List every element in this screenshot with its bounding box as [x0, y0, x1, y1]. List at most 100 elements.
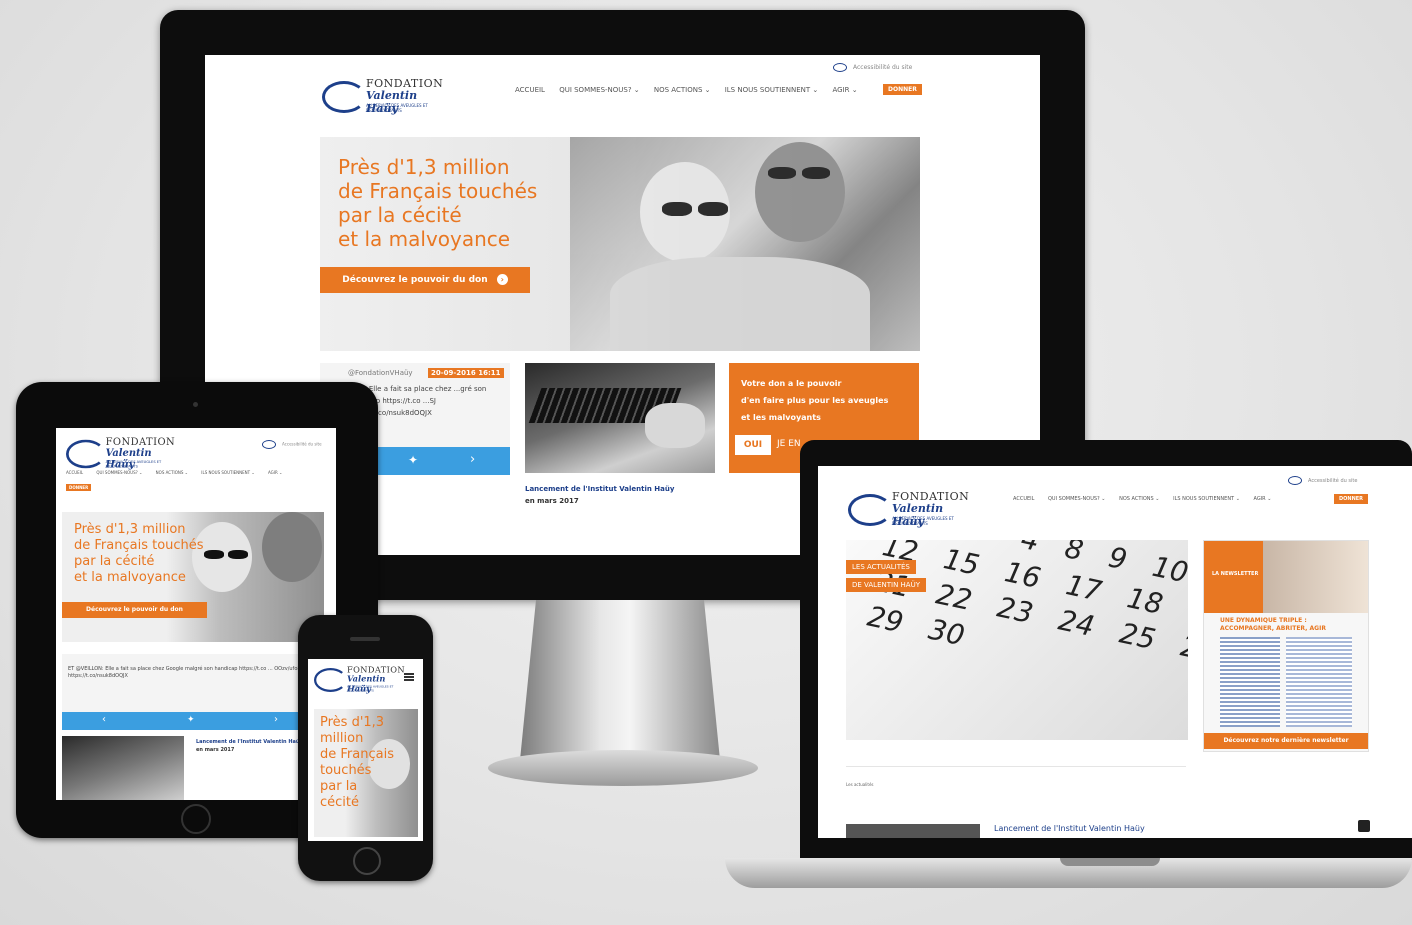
- divider: [846, 766, 1186, 767]
- news-list-link[interactable]: Les actualités: [846, 782, 874, 787]
- nav-item-nos-actions[interactable]: NOS ACTIONS ⌄: [1119, 496, 1159, 502]
- nav-item-qui-sommes-nous[interactable]: QUI SOMMES-NOUS? ⌄: [1048, 496, 1105, 502]
- newsletter-card[interactable]: LA NEWSLETTER UNE DYNAMIQUE TRIPLE : ACC…: [1203, 540, 1369, 752]
- hero-line-3: par la cécité: [74, 554, 155, 569]
- nav-item-qui-sommes-nous[interactable]: QUI SOMMES-NOUS? ⌄: [96, 470, 142, 475]
- tweet-handle[interactable]: @FondationVHaüy: [348, 369, 413, 377]
- logo-ring-icon: [66, 439, 106, 469]
- tablet-donate-button[interactable]: DONNER: [66, 484, 92, 491]
- news-title: Lancement de l'Institut Valentin Haüy: [196, 739, 303, 745]
- tablet-tweet-nav: ‹ ✦ ›: [62, 712, 324, 730]
- hero-line-5: par la: [320, 779, 358, 794]
- calendar-news-image[interactable]: 1 2 3 4 8 9 10 11 12 15 16 17 18 19 21 2…: [846, 540, 1188, 740]
- laptop-news-headline[interactable]: Lancement de l'Institut Valentin Haüy: [994, 824, 1145, 833]
- hero-line-1: Près d'1,3 million: [74, 522, 186, 537]
- logo-ring-icon: [848, 494, 892, 526]
- hero-line-2: million: [320, 731, 364, 746]
- eye-icon: [1288, 476, 1302, 485]
- nav-item-qui-sommes-nous[interactable]: QUI SOMMES-NOUS? ⌄: [559, 86, 639, 94]
- arrow-right-icon: ›: [496, 274, 508, 285]
- hero-banner: Près d'1,3 million de Français touchés p…: [320, 137, 920, 351]
- laptop-notch: [1060, 858, 1160, 866]
- next-arrow-icon[interactable]: ›: [470, 452, 475, 467]
- nav-item-agir[interactable]: AGIR ⌄: [1253, 496, 1271, 502]
- tablet-hero-cta[interactable]: Découvrez le pouvoir du don: [62, 602, 207, 618]
- donate-line-1: Votre don a le pouvoir: [741, 379, 842, 388]
- newsletter-column-1: [1220, 637, 1280, 727]
- donate-yes-button[interactable]: OUI: [735, 435, 771, 455]
- accessibility-label: Accessibilité du site: [1308, 478, 1358, 484]
- twitter-bird-icon[interactable]: ✦: [408, 453, 418, 467]
- twitter-bird-icon[interactable]: ✦: [187, 715, 195, 725]
- hero-line-3: par la cécité: [338, 203, 462, 227]
- donate-more-link[interactable]: JE EN: [777, 439, 801, 449]
- laptop-logo[interactable]: FONDATION Valentin Haüy AU SERVICE DES A…: [848, 490, 969, 528]
- site-logo[interactable]: FONDATION Valentin Haüy AU SERVICE DES A…: [322, 77, 452, 117]
- hero-cta-label: Découvrez le pouvoir du don: [342, 275, 488, 285]
- tablet-nav: ACCUEIL QUI SOMMES-NOUS? ⌄ NOS ACTIONS ⌄…: [66, 470, 294, 475]
- hero-line-4: touchés: [320, 763, 372, 778]
- nav-item-agir[interactable]: AGIR ⌄: [832, 86, 857, 94]
- news-badge-1: LES ACTUALITÉS: [846, 560, 916, 574]
- prev-arrow-icon[interactable]: ‹: [102, 714, 106, 725]
- phone-hero: Près d'1,3 million de Français touchés p…: [314, 709, 418, 837]
- monitor-stand: [520, 600, 720, 760]
- nav-item-nos-actions[interactable]: NOS ACTIONS ⌄: [654, 86, 711, 94]
- hero-heading: Près d'1,3 million de Français touchés p…: [338, 155, 537, 251]
- hero-line-6: cécité: [320, 795, 359, 810]
- tablet-logo[interactable]: FONDATION Valentin Haüy AU SERVICE DES A…: [66, 436, 175, 470]
- newsletter-cta-button[interactable]: Découvrez notre dernière newsletter: [1204, 733, 1368, 749]
- laptop-screen: FONDATION Valentin Haüy AU SERVICE DES A…: [818, 466, 1412, 838]
- donate-line-2: d'en faire plus pour les aveugles: [741, 396, 889, 405]
- news-thumb[interactable]: [846, 824, 980, 838]
- news-item-1[interactable]: Lancement de l'Institut Valentin Haüy en…: [525, 483, 715, 507]
- hero-line-2: de Français touchés: [338, 179, 538, 203]
- newsletter-column-2: [1286, 637, 1352, 727]
- phone-home-button[interactable]: [353, 847, 381, 875]
- nav-item-accueil[interactable]: ACCUEIL: [515, 86, 545, 94]
- calendar-day: 30: [925, 612, 968, 653]
- tablet-news-item[interactable]: Lancement de l'Institut Valentin Haüy en…: [196, 738, 306, 754]
- nav-item-ils-nous-soutiennent[interactable]: ILS NOUS SOUTIENNENT ⌄: [1173, 496, 1240, 502]
- accessibility-link[interactable]: Accessibilité du site: [833, 63, 912, 72]
- tablet-accessibility-link[interactable]: Accessibilité du site: [262, 440, 322, 449]
- phone-hero-heading: Près d'1,3 million de Français touchés p…: [320, 715, 394, 811]
- nav-item-accueil[interactable]: ACCUEIL: [66, 470, 83, 475]
- laptop-nav: ACCUEIL QUI SOMMES-NOUS? ⌄ NOS ACTIONS ⌄…: [1013, 496, 1283, 502]
- logo-tagline: AU SERVICE DES AVEUGLES ET DES MALVOYANT…: [105, 459, 162, 469]
- tablet-hero-heading: Près d'1,3 million de Français touchés p…: [74, 522, 204, 586]
- news-image-keyboard[interactable]: [525, 363, 715, 473]
- nav-item-nos-actions[interactable]: NOS ACTIONS ⌄: [156, 470, 188, 475]
- tablet-home-button[interactable]: [181, 804, 211, 834]
- laptop-accessibility-link[interactable]: Accessibilité du site: [1288, 476, 1357, 485]
- hero-cta-button[interactable]: Découvrez le pouvoir du don ›: [320, 267, 530, 293]
- nav-item-agir[interactable]: AGIR ⌄: [268, 470, 282, 475]
- hamburger-menu-icon[interactable]: [404, 673, 414, 675]
- nav-item-accueil[interactable]: ACCUEIL: [1013, 496, 1034, 502]
- phone-screen: FONDATION Valentin Haüy AU SERVICE DES A…: [308, 659, 423, 841]
- hero-photo-couple: [570, 137, 920, 351]
- phone-logo[interactable]: FONDATION Valentin Haüy AU SERVICE DES A…: [314, 665, 405, 694]
- next-arrow-icon[interactable]: ›: [274, 714, 278, 725]
- hero-line-4: et la malvoyance: [74, 570, 186, 585]
- tablet-news-image[interactable]: [62, 736, 184, 800]
- calendar-day: 9: [1105, 540, 1157, 583]
- nav-item-ils-nous-soutiennent[interactable]: ILS NOUS SOUTIENNENT ⌄: [725, 86, 819, 94]
- newsletter-cover: LA NEWSLETTER: [1204, 541, 1368, 613]
- accessibility-label: Accessibilité du site: [853, 64, 913, 71]
- logo-ring-icon: [314, 668, 347, 692]
- laptop-donate-button[interactable]: DONNER: [1334, 494, 1369, 504]
- nav-item-ils-nous-soutiennent[interactable]: ILS NOUS SOUTIENNENT ⌄: [201, 470, 254, 475]
- donate-button[interactable]: DONNER: [883, 84, 922, 95]
- accessibility-label: Accessibilité du site: [282, 441, 322, 447]
- monitor-base: [488, 750, 758, 786]
- news-title: Lancement de l'Institut Valentin Haüy: [525, 485, 675, 493]
- hero-line-3: de Français: [320, 747, 394, 762]
- hero-line-2: de Français touchés: [74, 538, 204, 553]
- eye-toggle-icon[interactable]: [1358, 820, 1370, 832]
- news-date: en mars 2017: [196, 747, 235, 753]
- logo-ring-icon: [322, 81, 366, 113]
- tablet-camera: [193, 402, 198, 407]
- news-date: en mars 2017: [525, 497, 579, 505]
- hero-line-1: Près d'1,3 million: [338, 155, 510, 179]
